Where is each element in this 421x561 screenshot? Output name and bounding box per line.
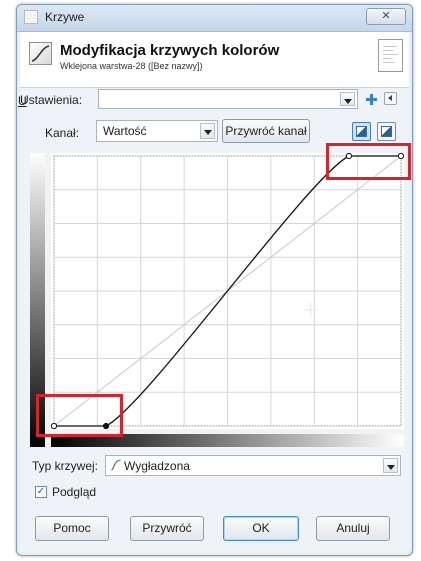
curve-type-combo[interactable]: Wygładzona <box>105 455 401 476</box>
plus-icon[interactable] <box>366 94 377 105</box>
window-title: Krzywe <box>45 10 85 24</box>
app-icon <box>24 10 38 24</box>
preview-checkbox[interactable]: ✓ <box>35 486 47 498</box>
curve-type-icon <box>111 459 121 471</box>
presets-label-text: Ustawienia: <box>20 93 83 107</box>
curve-type-label: Typ krzywej: <box>32 459 99 473</box>
logarithmic-histogram-icon[interactable] <box>377 122 396 141</box>
channel-value: Wartość <box>103 124 147 138</box>
preview-label[interactable]: Podgląd <box>52 485 96 499</box>
layer-thumbnail <box>378 39 403 72</box>
linear-histogram-icon[interactable] <box>352 122 371 141</box>
highlight-box-top-right <box>326 143 411 180</box>
curve-type-value: Wygładzona <box>124 459 190 473</box>
dialog-title: Modyfikacja krzywych kolorów <box>60 42 280 59</box>
reset-button[interactable]: Przywróć <box>130 516 204 541</box>
curve-canvas[interactable] <box>51 153 404 429</box>
reset-channel-button[interactable]: Przywróć kanał <box>222 119 310 143</box>
channel-label: Kanał: <box>45 126 80 140</box>
curves-tool-glyph <box>31 45 50 62</box>
presets-combo[interactable] <box>98 89 358 109</box>
curves-tool-icon <box>29 42 52 65</box>
close-button[interactable]: ✕ <box>366 8 406 25</box>
chevron-down-icon[interactable] <box>383 458 398 473</box>
chevron-down-icon[interactable] <box>340 92 355 106</box>
channel-combo[interactable]: Wartość <box>96 120 218 142</box>
help-button[interactable]: Pomoc <box>35 516 109 541</box>
ok-button[interactable]: OK <box>223 516 299 541</box>
menu-arrow-icon[interactable] <box>384 92 397 105</box>
cancel-button[interactable]: Anuluj <box>316 516 390 541</box>
dialog-header: Modyfikacja krzywych kolorów Wklejona wa… <box>20 32 409 88</box>
highlight-box-bottom-left <box>36 394 123 437</box>
dialog-subtitle: Wklejona warstwa-28 ([Bez nazwy]) <box>60 61 203 71</box>
title-bar[interactable]: Krzywe ✕ <box>17 5 412 32</box>
chevron-down-icon[interactable] <box>200 123 215 139</box>
curve-graph[interactable] <box>51 153 404 429</box>
